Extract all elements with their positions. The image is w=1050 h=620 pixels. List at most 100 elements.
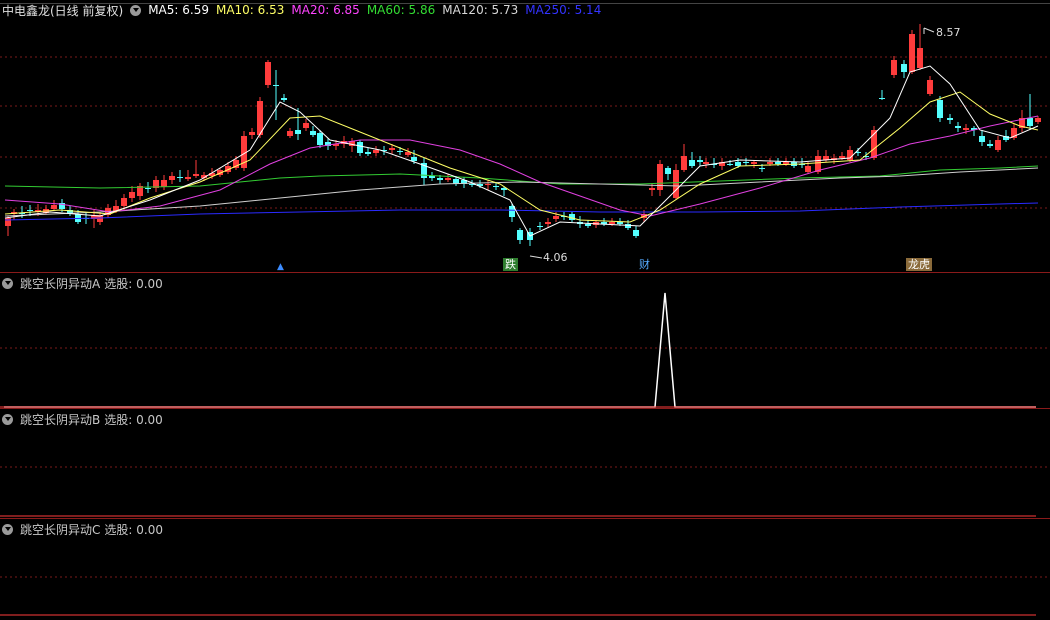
- candle-body-down: [955, 126, 961, 128]
- candle-body-down: [735, 162, 741, 166]
- candle-body-up: [917, 48, 923, 68]
- high-price-label: 8.57: [936, 26, 961, 39]
- indicator-panel-a[interactable]: 跳空长阴异动A 选股: 0.00: [0, 273, 1050, 408]
- candle-body-up: [767, 162, 773, 164]
- indicator-a-name: 跳空长阴异动A: [20, 276, 101, 291]
- candle-body-up: [891, 60, 897, 75]
- dropdown-circle-icon[interactable]: [2, 277, 13, 289]
- candle-body-down: [517, 230, 523, 240]
- candle-body-down: [775, 162, 781, 164]
- candle-body-down: [665, 168, 671, 174]
- high-pointer-line: [923, 27, 935, 33]
- candle-body-down: [437, 178, 443, 180]
- candle-body-up: [169, 176, 175, 180]
- ma120-label: MA120: 5.73: [442, 3, 519, 17]
- indicator-c-name: 跳空长阴异动C: [20, 522, 101, 537]
- dropdown-circle-icon[interactable]: [130, 4, 142, 16]
- candle-body-up: [445, 178, 451, 180]
- candle-body-up: [185, 177, 191, 179]
- candle-body-up: [963, 128, 969, 130]
- indicator-a-chart: [0, 292, 1050, 408]
- candle-body-down: [281, 98, 287, 100]
- candle-body-down: [727, 164, 733, 165]
- candle-body-down: [901, 64, 907, 72]
- candle-body-up: [249, 132, 255, 135]
- candle-body-down: [743, 162, 749, 163]
- candle-body-up: [609, 222, 615, 224]
- candle-body-down: [879, 98, 885, 99]
- kline-chart[interactable]: [0, 0, 1050, 272]
- candle-body-down: [357, 142, 363, 153]
- indicator-panel-b[interactable]: 跳空长阴异动B 选股: 0.00: [0, 409, 1050, 518]
- event-marker-finance[interactable]: 财: [637, 258, 652, 271]
- candle-body-down: [493, 186, 499, 187]
- candle-body-down: [177, 177, 183, 178]
- candle-body-up: [927, 80, 933, 94]
- candle-body-up: [193, 174, 199, 176]
- candle-body-up: [5, 218, 11, 226]
- candle-body-down: [987, 144, 993, 146]
- candle-body-up: [681, 156, 687, 170]
- candle-body-up: [287, 131, 293, 136]
- candle-body-up: [129, 192, 135, 198]
- ma60-label: MA60: 5.86: [366, 3, 436, 17]
- low-price-label: 4.06: [543, 251, 568, 264]
- candle-body-up: [389, 148, 395, 150]
- candle-body-down: [617, 222, 623, 224]
- candle-body-down: [411, 157, 417, 161]
- candle-body-up: [649, 188, 655, 190]
- candle-body-down: [633, 230, 639, 236]
- candle-body-up: [657, 164, 663, 190]
- candle-body-down: [759, 168, 765, 169]
- indicator-panel-c[interactable]: 跳空长阴异动C 选股: 0.00: [0, 519, 1050, 620]
- ma10-label: MA10: 6.53: [215, 3, 285, 17]
- candle-body-down: [310, 131, 316, 135]
- candle-body-down: [689, 160, 695, 166]
- ma20-line: [4, 115, 1039, 217]
- signal-spike-line: [4, 292, 1036, 408]
- candle-body-down: [1027, 118, 1033, 126]
- indicator-b-header: 跳空长阴异动B 选股: 0.00: [2, 411, 170, 427]
- candle-body-down: [365, 152, 371, 154]
- up-arrow-icon: ▲: [277, 262, 284, 272]
- candle-body-down: [295, 130, 301, 134]
- event-marker-dragon-tiger[interactable]: 龙虎: [906, 258, 932, 271]
- candle-body-up: [303, 123, 309, 128]
- indicator-a-value: 选股: 0.00: [104, 276, 163, 291]
- dropdown-circle-icon[interactable]: [2, 413, 13, 425]
- stock-title: 中电鑫龙(日线 前复权): [2, 3, 124, 18]
- candle-body-down: [273, 85, 279, 86]
- kline-panel[interactable]: 中电鑫龙(日线 前复权) MA5: 6.59 MA10: 6.53 MA20: …: [0, 0, 1050, 272]
- candle-body-up: [553, 216, 559, 219]
- ma250-label: MA250: 5.14: [525, 3, 602, 17]
- dropdown-circle-icon[interactable]: [2, 523, 13, 535]
- candle-body-up: [673, 170, 679, 198]
- candle-body-down: [979, 136, 985, 142]
- candle-body-down: [585, 224, 591, 226]
- candle-body-up: [703, 162, 709, 164]
- candle-body-up: [783, 162, 789, 164]
- candle-body-down: [397, 151, 403, 152]
- indicator-b-name: 跳空长阴异动B: [20, 412, 101, 427]
- candle-body-up: [161, 180, 167, 187]
- indicator-b-value: 选股: 0.00: [104, 412, 163, 427]
- candle-body-up: [1035, 118, 1041, 122]
- ma20-label: MA20: 6.85: [291, 3, 360, 17]
- low-pointer-line: [529, 255, 543, 259]
- event-marker-drop[interactable]: 跌: [503, 258, 518, 271]
- candle-body-up: [485, 184, 491, 185]
- candle-body-down: [947, 118, 953, 120]
- candle-body-down: [937, 100, 943, 118]
- candle-body-up: [909, 34, 915, 72]
- candle-body-up: [265, 62, 271, 85]
- candle-body-down: [145, 188, 151, 189]
- candle-body-up: [995, 140, 1001, 150]
- candle-body-down: [537, 226, 543, 227]
- candle-body-down: [697, 160, 703, 162]
- candle-body-up: [751, 162, 757, 164]
- indicator-c-header: 跳空长阴异动C 选股: 0.00: [2, 521, 170, 537]
- ma5-label: MA5: 6.59: [148, 3, 209, 17]
- candle-body-up: [805, 166, 811, 172]
- indicator-a-header: 跳空长阴异动A 选股: 0.00: [2, 275, 170, 291]
- candle-body-up: [545, 222, 551, 224]
